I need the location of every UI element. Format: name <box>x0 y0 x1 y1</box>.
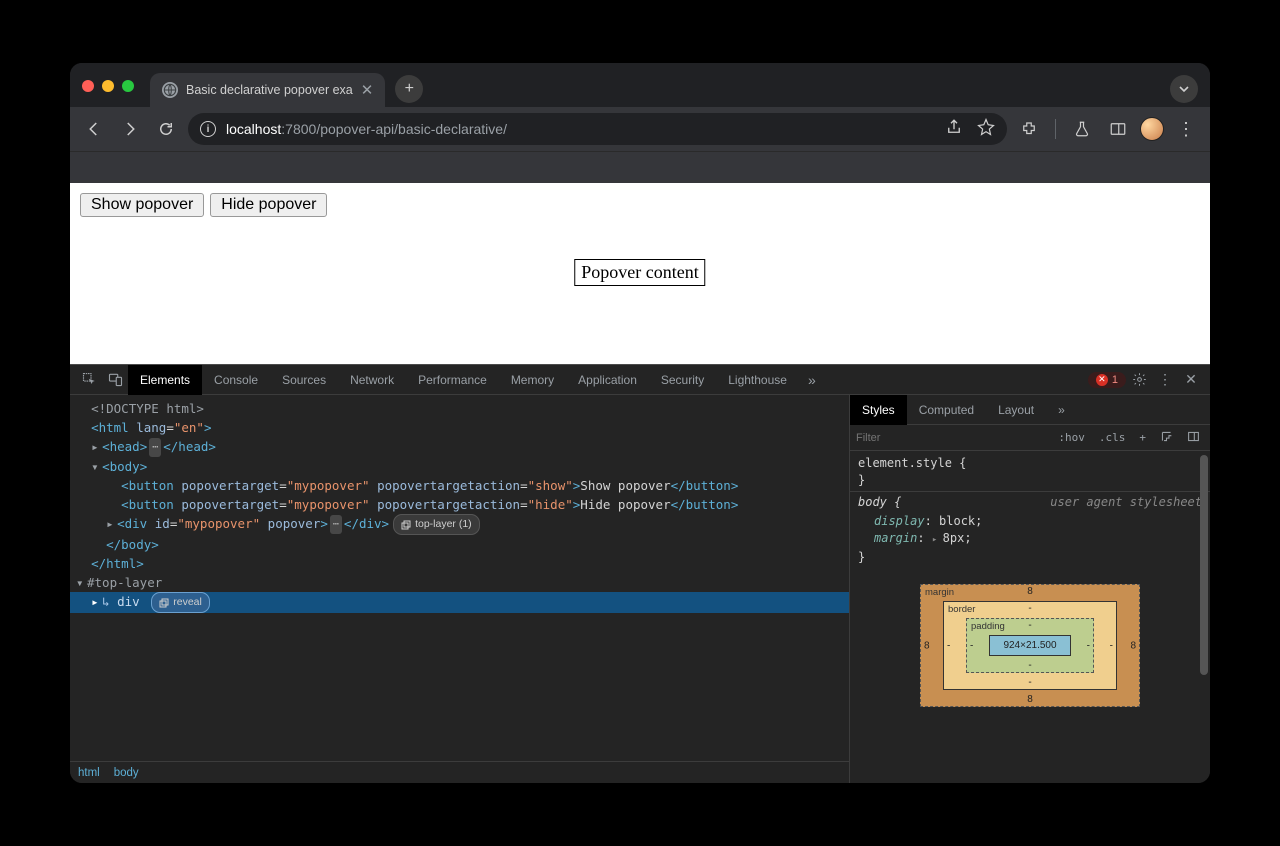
more-styles-tabs-icon[interactable]: » <box>1046 395 1077 425</box>
device-toggle-icon[interactable] <box>102 367 128 393</box>
elements-panel: <!DOCTYPE html> <html lang="en"> ▸<head>… <box>70 395 850 783</box>
window-controls <box>82 78 134 92</box>
popover-element: Popover content <box>574 259 705 286</box>
globe-icon <box>162 82 178 98</box>
maximize-window-button[interactable] <box>122 80 134 92</box>
toolbar-divider <box>1055 119 1056 139</box>
share-icon[interactable] <box>945 118 963 141</box>
more-tabs-icon[interactable]: » <box>799 367 825 393</box>
devtools-close-icon[interactable]: ✕ <box>1178 367 1204 393</box>
new-tab-button[interactable]: + <box>395 75 423 103</box>
devtools-tabbar: Elements Console Sources Network Perform… <box>70 365 1210 395</box>
devtools-menu-icon[interactable]: ⋮ <box>1152 367 1178 393</box>
devtools-panel: Elements Console Sources Network Perform… <box>70 365 1210 783</box>
settings-gear-icon[interactable] <box>1126 367 1152 393</box>
error-badge[interactable]: ✕1 <box>1088 372 1126 388</box>
show-popover-button[interactable]: Show popover <box>80 193 204 217</box>
tab-sources[interactable]: Sources <box>270 365 338 395</box>
site-info-icon[interactable]: i <box>200 121 216 137</box>
panel-icon[interactable] <box>1104 115 1132 143</box>
computed-toggle-icon[interactable] <box>1156 430 1177 446</box>
bookmark-icon[interactable] <box>977 118 995 141</box>
tab-security[interactable]: Security <box>649 365 716 395</box>
address-bar[interactable]: i localhost:7800/popover-api/basic-decla… <box>188 113 1007 145</box>
tab-strip: Basic declarative popover exa ✕ + <box>70 63 1210 107</box>
tab-memory[interactable]: Memory <box>499 365 566 395</box>
top-layer-badge[interactable]: top-layer (1) <box>393 514 480 535</box>
box-model[interactable]: margin 8 8 8 8 border - - - - <box>920 584 1140 707</box>
reload-button[interactable] <box>152 115 180 143</box>
extensions-icon[interactable] <box>1015 115 1043 143</box>
url-text: localhost:7800/popover-api/basic-declara… <box>226 121 507 137</box>
crumb-html[interactable]: html <box>78 767 100 779</box>
close-tab-icon[interactable]: ✕ <box>361 81 374 99</box>
ua-stylesheet-label: user agent stylesheet <box>1050 494 1202 511</box>
tablist-dropdown-button[interactable] <box>1170 75 1198 103</box>
tab-performance[interactable]: Performance <box>406 365 499 395</box>
tab-title: Basic declarative popover exa <box>186 83 353 97</box>
dom-tree[interactable]: <!DOCTYPE html> <html lang="en"> ▸<head>… <box>70 395 849 761</box>
page-viewport: Show popover Hide popover Popover conten… <box>70 183 1210 365</box>
panel-toggle-icon[interactable] <box>1183 430 1204 446</box>
scrollbar-thumb[interactable] <box>1200 455 1208 675</box>
bookmarks-bar <box>70 151 1210 183</box>
tab-console[interactable]: Console <box>202 365 270 395</box>
breadcrumb: html body <box>70 761 849 783</box>
forward-button[interactable] <box>116 115 144 143</box>
css-rules[interactable]: element.style { } user agent stylesheet … <box>850 451 1210 570</box>
tab-layout[interactable]: Layout <box>986 395 1046 425</box>
tab-application[interactable]: Application <box>566 365 649 395</box>
labs-icon[interactable] <box>1068 115 1096 143</box>
tab-styles[interactable]: Styles <box>850 395 907 425</box>
reveal-badge[interactable]: reveal <box>151 592 210 613</box>
crumb-body[interactable]: body <box>114 767 139 779</box>
hide-popover-button[interactable]: Hide popover <box>210 193 327 217</box>
chrome-menu-button[interactable]: ⋮ <box>1172 115 1200 143</box>
styles-tabs: Styles Computed Layout » <box>850 395 1210 425</box>
tab-lighthouse[interactable]: Lighthouse <box>716 365 799 395</box>
box-model-content: 924×21.500 <box>989 635 1071 656</box>
cls-toggle[interactable]: .cls <box>1095 431 1130 444</box>
back-button[interactable] <box>80 115 108 143</box>
minimize-window-button[interactable] <box>102 80 114 92</box>
browser-tab[interactable]: Basic declarative popover exa ✕ <box>150 73 385 107</box>
styles-filter-bar: :hov .cls + <box>850 425 1210 451</box>
selected-dom-node[interactable]: ▸↳ div reveal <box>70 592 849 613</box>
tab-elements[interactable]: Elements <box>128 365 202 395</box>
browser-window: Basic declarative popover exa ✕ + i loca… <box>70 63 1210 783</box>
tab-network[interactable]: Network <box>338 365 406 395</box>
tab-computed[interactable]: Computed <box>907 395 986 425</box>
styles-filter-input[interactable] <box>856 432 1048 444</box>
navigation-toolbar: i localhost:7800/popover-api/basic-decla… <box>70 107 1210 151</box>
inspect-icon[interactable] <box>76 367 102 393</box>
profile-avatar[interactable] <box>1140 117 1164 141</box>
close-window-button[interactable] <box>82 80 94 92</box>
hov-toggle[interactable]: :hov <box>1054 431 1089 444</box>
new-rule-icon[interactable]: + <box>1135 431 1150 444</box>
styles-sidebar: Styles Computed Layout » :hov .cls + ele… <box>850 395 1210 783</box>
